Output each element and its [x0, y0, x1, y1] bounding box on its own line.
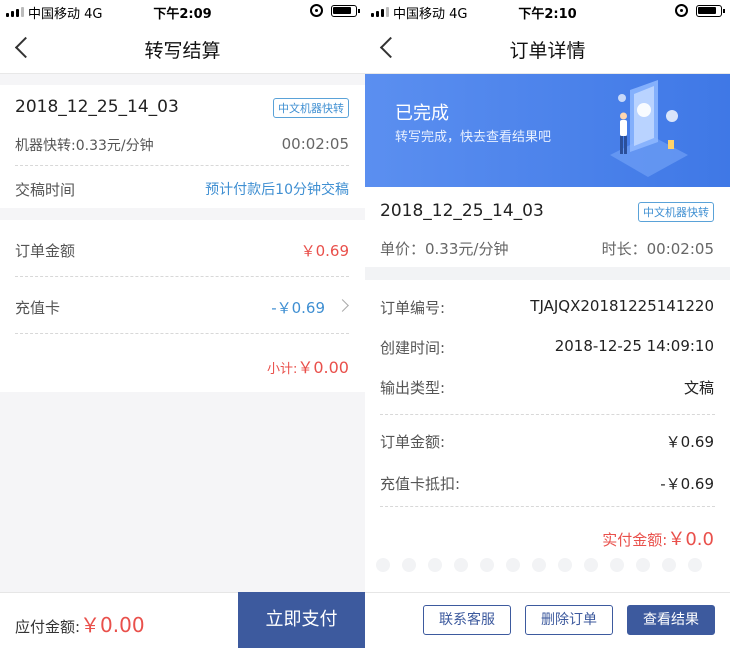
payable-value: ￥0.00: [80, 613, 145, 637]
subtotal-label: 小计:: [266, 362, 298, 377]
status-banner: 已完成 转写完成，快去查看结果吧: [365, 74, 730, 187]
view-result-button[interactable]: 查看结果: [627, 605, 715, 635]
status-subtitle: 转写完成，快去查看结果吧: [395, 130, 552, 145]
amount-card: 订单金额 ￥0.69 充值卡 -￥0.69 小计:￥0.00: [0, 220, 365, 392]
orientation-lock-icon: [675, 4, 688, 17]
paid-value: ￥0.0: [667, 529, 714, 550]
order-amount-value: ￥0.69: [300, 242, 349, 260]
unit-price: 单价：0.33元/分钟: [380, 240, 509, 258]
recharge-card-row[interactable]: 充值卡 -￥0.69: [15, 297, 349, 319]
detail-label: 充值卡抵扣:: [380, 475, 461, 493]
subtotal-value: ￥0.00: [297, 358, 349, 377]
pay-now-button[interactable]: 立即支付: [238, 592, 365, 648]
orientation-lock-icon: [310, 4, 323, 17]
detail-value: ￥0.69: [665, 433, 714, 451]
phone-illustration-icon: [610, 80, 688, 177]
delivery-label: 交稿时间: [15, 181, 76, 199]
chevron-right-icon: [336, 299, 349, 312]
rate-label: 机器快转:0.33元/分钟: [15, 138, 154, 154]
service-tag: 中文机器快转: [638, 202, 714, 222]
settlement-screen: 中国移动 4G 下午2:09 转写结算 2018_12_25_14_03 中文机…: [0, 0, 365, 648]
page-title: 转写结算: [144, 40, 221, 62]
divider: [380, 414, 715, 415]
subtotal: 小计:￥0.00: [267, 354, 349, 378]
payment-bar: 应付金额:￥0.00 立即支付: [0, 592, 365, 648]
detail-value: 2018-12-25 14:09:10: [554, 337, 714, 355]
file-name: 2018_12_25_14_03: [15, 97, 179, 117]
order-detail-screen: 中国移动 4G 下午2:10 订单详情 已完成 转写完成，快去查看结果吧 201…: [365, 0, 730, 648]
paid-label: 实付金额:: [602, 531, 668, 549]
divider: [15, 276, 349, 277]
status-bar: 中国移动 4G 下午2:10: [365, 0, 730, 22]
duration: 时长：00:02:05: [601, 240, 714, 258]
detail-value: TJAJQX20181225141220: [530, 297, 714, 315]
file-card: 2018_12_25_14_03 中文机器快转 机器快转:0.33元/分钟 00…: [0, 85, 365, 208]
detail-label: 输出类型:: [380, 379, 446, 397]
delete-order-button[interactable]: 删除订单: [525, 605, 613, 635]
duration-value: 00:02:05: [281, 135, 349, 153]
service-tag: 中文机器快转: [273, 98, 349, 118]
detail-label: 创建时间:: [380, 339, 446, 357]
order-info-card: 订单编号: TJAJQX20181225141220 创建时间: 2018-12-25…: [365, 280, 730, 566]
file-summary-card: 2018_12_25_14_03 中文机器快转 单价：0.33元/分钟 时长：0…: [365, 187, 730, 267]
order-amount-label: 订单金额: [15, 242, 76, 260]
divider: [15, 165, 349, 166]
file-name: 2018_12_25_14_03: [380, 201, 544, 221]
payable-label: 应付金额:: [15, 618, 81, 636]
nav-bar: 转写结算: [0, 22, 365, 74]
detail-value: -￥0.69: [660, 475, 714, 493]
paid-amount: 实付金额:￥0.0: [602, 525, 714, 551]
battery-icon: [331, 5, 360, 17]
recharge-card-label: 充值卡: [15, 299, 61, 317]
detail-label: 订单编号:: [380, 299, 446, 317]
divider: [380, 506, 715, 507]
page-title: 订单详情: [509, 40, 586, 62]
recharge-card-value: -￥0.69: [271, 299, 325, 317]
status-bar: 中国移动 4G 下午2:09: [0, 0, 365, 22]
detail-label: 订单金额:: [380, 433, 446, 451]
order-status: 已完成: [395, 103, 449, 124]
ticket-edge: [365, 558, 730, 594]
nav-bar: 订单详情: [365, 22, 730, 74]
detail-value: 文稿: [683, 379, 714, 397]
delivery-value: 预计付款后10分钟交稿: [205, 182, 349, 198]
payable-amount: 应付金额:￥0.00: [15, 609, 145, 638]
contact-support-button[interactable]: 联系客服: [423, 605, 511, 635]
battery-icon: [696, 5, 725, 17]
divider: [15, 333, 349, 334]
